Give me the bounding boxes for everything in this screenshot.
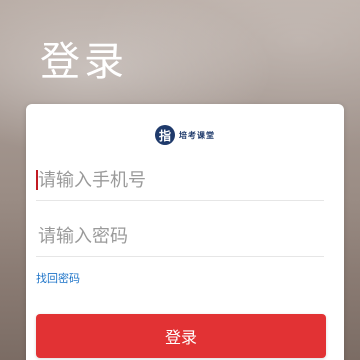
brand-badge-icon: 指: [155, 125, 175, 145]
phone-field-container: [36, 160, 324, 201]
login-screen: 登录 指 培考课堂 找回密码 登录: [0, 0, 360, 360]
password-input[interactable]: [36, 216, 324, 256]
login-card: 指 培考课堂 找回密码 登录: [26, 104, 344, 360]
forgot-password-link[interactable]: 找回密码: [36, 270, 80, 286]
brand-name: 培考课堂: [179, 130, 215, 140]
login-button[interactable]: 登录: [36, 314, 326, 358]
page-title: 登录: [40, 39, 128, 85]
phone-input[interactable]: [36, 160, 324, 200]
password-field-container: [36, 216, 324, 257]
brand-logo: 指 培考课堂: [26, 122, 344, 148]
text-caret: [36, 170, 38, 190]
